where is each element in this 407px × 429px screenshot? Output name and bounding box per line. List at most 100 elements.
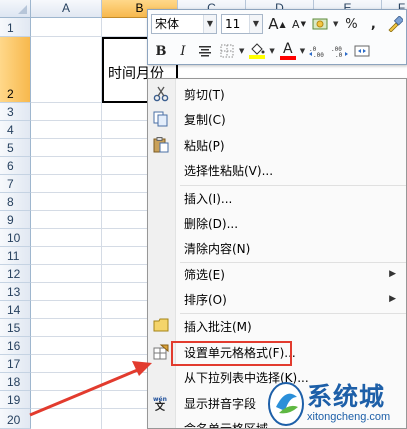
annotation-highlight-box	[171, 341, 292, 366]
font-name-value: 宋体	[155, 17, 180, 31]
italic-icon: I	[180, 43, 186, 59]
row-header-16[interactable]: 16	[0, 337, 31, 355]
chevron-down-icon[interactable]: ▼	[300, 47, 305, 55]
menu-item-label: 插入(I)...	[184, 191, 233, 206]
chevron-down-icon[interactable]: ▼	[249, 15, 262, 33]
fill-color-button[interactable]	[247, 41, 267, 61]
font-color-swatch	[279, 55, 296, 60]
triangle-down-icon: ▼	[300, 20, 306, 28]
chevron-down-icon[interactable]: ▼	[333, 20, 338, 28]
menu-item-clear-contents[interactable]: 清除内容(N)	[148, 237, 406, 259]
chevron-down-icon[interactable]: ▼	[239, 47, 244, 55]
copy-icon	[152, 111, 170, 127]
row-header-14[interactable]: 14	[0, 301, 31, 319]
comma-icon: ,	[370, 16, 376, 32]
menu-item-sort[interactable]: 排序(O) ▶	[148, 288, 406, 310]
font-color-button[interactable]: A	[278, 41, 298, 61]
percent-style-button[interactable]: %	[341, 14, 361, 34]
menu-item-delete[interactable]: 删除(D)...	[148, 212, 406, 234]
chevron-down-icon[interactable]: ▼	[203, 15, 216, 33]
font-color-icon: A	[282, 40, 293, 57]
menu-item-label: 粘贴(P)	[184, 138, 225, 153]
menu-item-insert-comment[interactable]: 插入批注(M)	[148, 315, 406, 337]
submenu-arrow-icon: ▶	[389, 269, 396, 279]
borders-icon	[220, 44, 234, 58]
menu-item-label: 插入批注(M)	[184, 319, 252, 334]
svg-text:.00: .00	[313, 52, 324, 58]
row-header-8[interactable]: 8	[0, 193, 31, 211]
merge-center-button[interactable]	[352, 41, 372, 61]
decrease-decimal-button[interactable]: .00 .0	[330, 41, 350, 61]
submenu-arrow-icon: ▶	[389, 294, 396, 304]
shrink-font-icon: A	[292, 17, 300, 31]
scissors-icon	[152, 86, 170, 102]
row-header-6[interactable]: 6	[0, 157, 31, 175]
row-header-3[interactable]: 3	[0, 103, 31, 121]
accounting-format-icon	[312, 18, 328, 30]
row-header-11[interactable]: 11	[0, 247, 31, 265]
menu-item-label: 复制(C)	[184, 112, 226, 127]
font-name-combo[interactable]: 宋体 ▼	[151, 14, 217, 34]
paint-bucket-icon	[251, 43, 265, 55]
align-center-icon	[199, 46, 211, 57]
font-size-combo[interactable]: 11 ▼	[221, 14, 263, 34]
menu-separator	[180, 185, 406, 186]
menu-item-paste[interactable]: 粘贴(P)	[148, 134, 406, 156]
menu-item-label: 显示拼音字段	[184, 396, 257, 411]
format-cells-icon	[152, 344, 170, 360]
grow-font-icon: A	[268, 15, 279, 33]
menu-item-cut[interactable]: 剪切(T)	[148, 83, 406, 105]
borders-button[interactable]	[217, 41, 237, 61]
menu-item-label: 剪切(T)	[184, 87, 225, 102]
select-all-corner[interactable]	[0, 0, 31, 18]
bold-icon: B	[155, 43, 167, 59]
paste-icon	[152, 137, 170, 153]
watermark: 系统城 xitongcheng.com	[267, 377, 407, 429]
format-painter-icon	[388, 16, 404, 32]
row-header-2[interactable]: 2	[0, 37, 31, 103]
menu-item-label: 删除(D)...	[184, 216, 239, 231]
row-header-12[interactable]: 12	[0, 265, 31, 283]
format-painter-button[interactable]	[385, 14, 405, 34]
triangle-up-icon: ▲	[279, 19, 286, 29]
shrink-font-button[interactable]: A ▼	[289, 14, 309, 34]
menu-item-label: 命名单元格区域	[184, 421, 269, 429]
percent-icon: %	[345, 16, 358, 32]
accounting-format-button[interactable]	[311, 14, 331, 34]
center-align-button[interactable]	[195, 41, 215, 61]
decrease-decimal-icon: .00 .0	[331, 46, 349, 58]
row-header-19[interactable]: 19	[0, 391, 31, 409]
watermark-logo-icon	[268, 382, 304, 426]
menu-item-filter[interactable]: 筛选(E) ▶	[148, 263, 406, 285]
mini-toolbar: 宋体 ▼ 11 ▼ A ▲ A ▼ ▼ % , B I ▼ ▼ A ▼ .0 .…	[147, 9, 407, 65]
menu-item-label: 排序(O)	[184, 292, 227, 307]
row-header-13[interactable]: 13	[0, 283, 31, 301]
grow-font-button[interactable]: A ▲	[267, 14, 287, 34]
row-header-18[interactable]: 18	[0, 373, 31, 391]
row-header-10[interactable]: 10	[0, 229, 31, 247]
column-header-a[interactable]: A	[31, 0, 102, 18]
italic-button[interactable]: I	[173, 41, 193, 61]
chevron-down-icon[interactable]: ▼	[269, 47, 274, 55]
row-header-15[interactable]: 15	[0, 319, 31, 337]
font-size-value: 11	[225, 17, 241, 31]
row-header-5[interactable]: 5	[0, 139, 31, 157]
row-header-17[interactable]: 17	[0, 355, 31, 373]
menu-item-paste-special[interactable]: 选择性粘贴(V)...	[148, 159, 406, 181]
row-header-1[interactable]: 1	[0, 18, 31, 37]
fill-color-swatch	[249, 55, 266, 59]
phonetic-icon: wén 文	[152, 395, 170, 411]
increase-decimal-button[interactable]: .0 .00	[308, 41, 328, 61]
watermark-url: xitongcheng.com	[307, 411, 391, 423]
menu-item-copy[interactable]: 复制(C)	[148, 108, 406, 130]
row-header-4[interactable]: 4	[0, 121, 31, 139]
watermark-brand: 系统城	[307, 382, 386, 411]
svg-text:.0: .0	[335, 52, 343, 58]
svg-text:文: 文	[155, 400, 166, 411]
bold-button[interactable]: B	[151, 41, 171, 61]
row-header-20[interactable]: 20	[0, 409, 31, 429]
comma-style-button[interactable]: ,	[363, 14, 383, 34]
menu-item-insert[interactable]: 插入(I)...	[148, 187, 406, 209]
row-header-9[interactable]: 9	[0, 211, 31, 229]
row-header-7[interactable]: 7	[0, 175, 31, 193]
